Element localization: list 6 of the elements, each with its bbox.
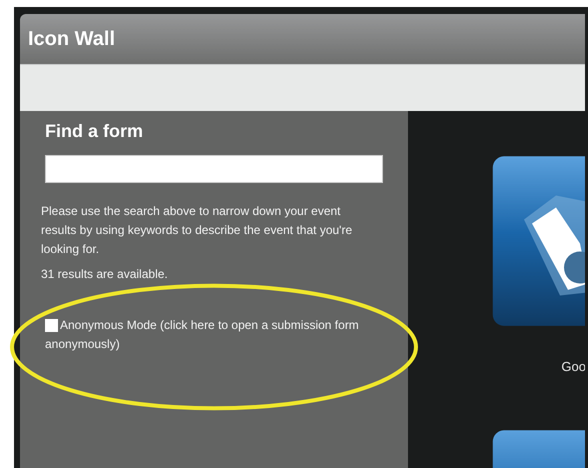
checkbox[interactable] (45, 319, 58, 332)
help-text: Please use the search above to narrow down your event results by using keywords to describe the event that you're looking for. (41, 203, 354, 258)
panel-heading: Find a form (45, 121, 143, 142)
window-title: Icon Wall (28, 28, 116, 50)
results-count: 31 results are available. (41, 266, 169, 283)
search-field[interactable] (45, 155, 383, 183)
